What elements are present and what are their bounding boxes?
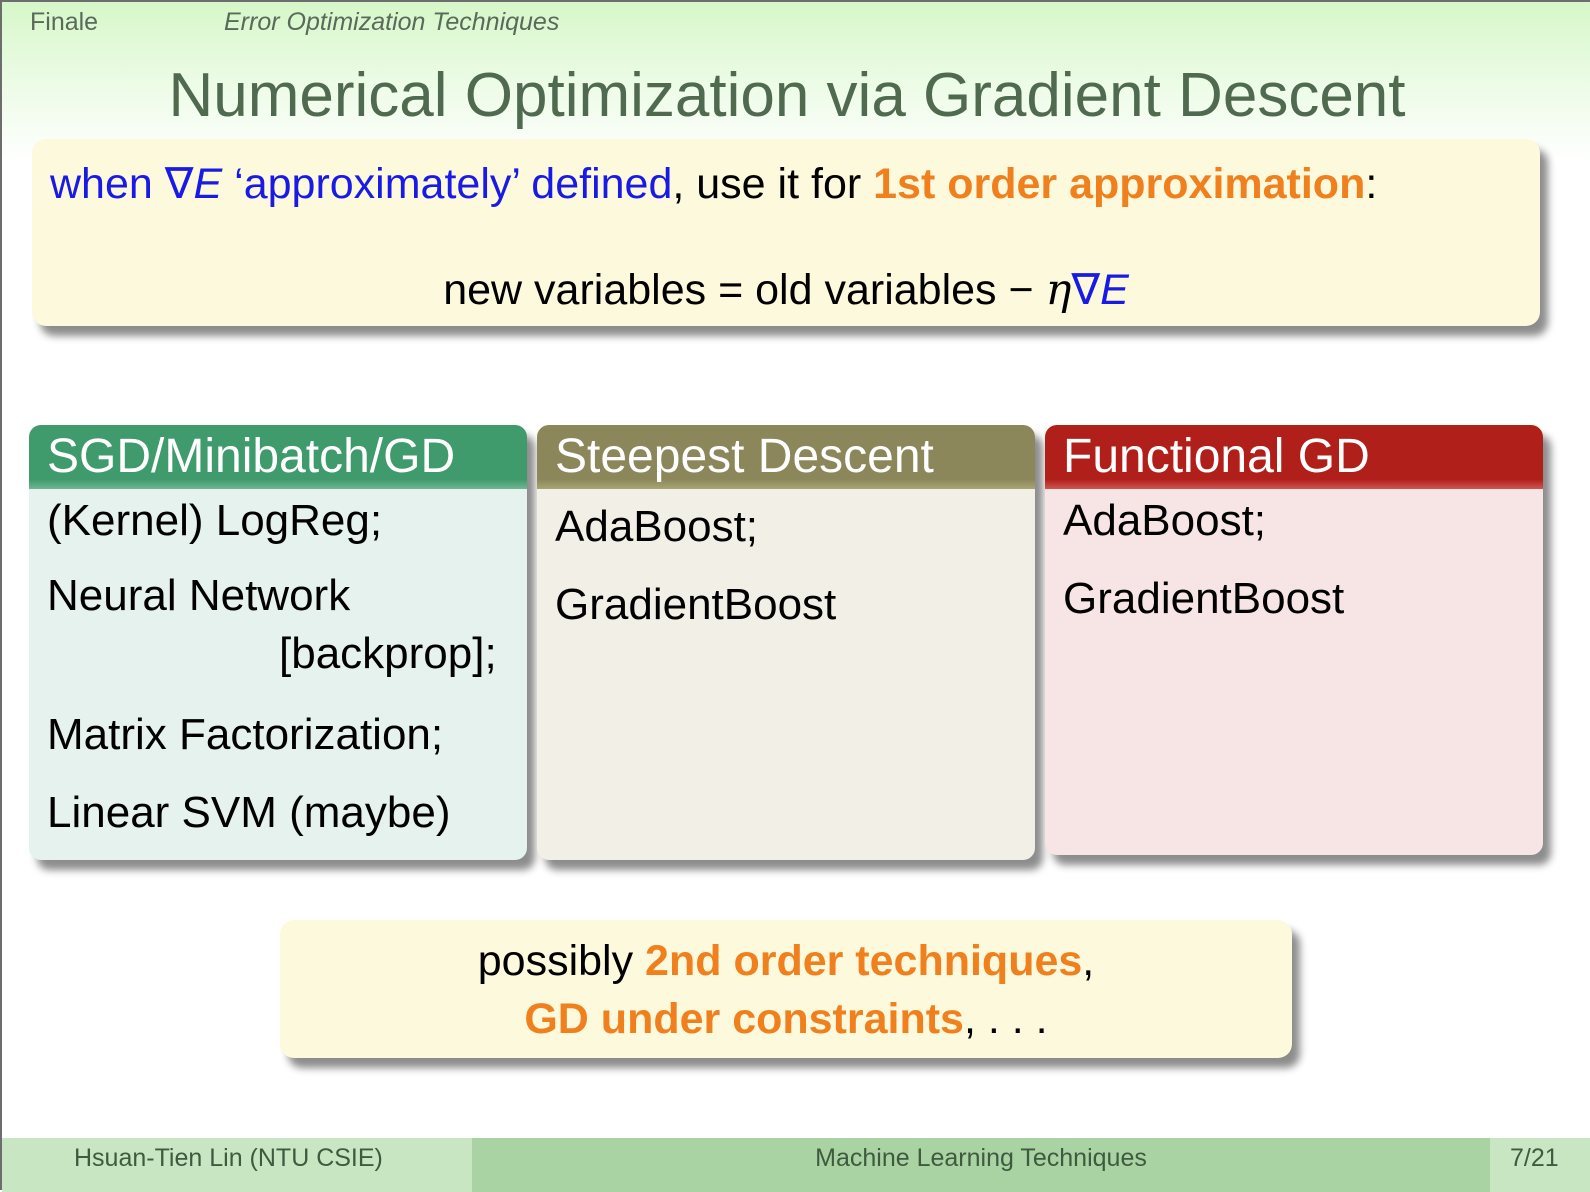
gd-constraints-text: GD under constraints <box>524 995 964 1043</box>
footer-page-cell: 7/21 <box>1490 1138 1590 1192</box>
card-sgd-heading: SGD/Minibatch/GD <box>29 425 527 489</box>
extensions-line-1: possibly 2nd order techniques, <box>280 932 1292 990</box>
card-functional-heading: Functional GD <box>1045 425 1543 489</box>
extensions-text: possibly 2nd order techniques, GD under … <box>280 932 1292 1048</box>
extensions-line-2: GD under constraints, . . . <box>280 990 1292 1048</box>
list-item-line: Neural Network <box>47 571 351 620</box>
slide-title: Numerical Optimization via Gradient Desc… <box>168 61 1406 130</box>
header-subsection: Error Optimization Techniques <box>224 8 560 36</box>
list-item: Neural Network [backprop]; <box>47 567 527 703</box>
formula-nabla: ∇ <box>1071 266 1101 314</box>
footer-author-cell: Hsuan-Tien Lin (NTU CSIE) <box>2 1138 472 1192</box>
possibly-text: possibly <box>477 937 646 985</box>
definition-line: when ∇E ‘approximately’ defined, use it … <box>50 159 1377 209</box>
when-text: when <box>50 160 153 208</box>
list-item: Linear SVM (maybe) <box>47 788 451 837</box>
formula-error: E <box>1100 266 1129 314</box>
card-functional-body: AdaBoost; GradientBoost <box>1045 489 1543 645</box>
list-item: GradientBoost <box>1063 574 1345 623</box>
list-item-line: [backprop]; <box>279 629 497 678</box>
first-order-text: 1st order approximation <box>873 160 1366 208</box>
card-functional-gd: Functional GD AdaBoost; GradientBoost <box>1045 425 1543 855</box>
card-sgd: SGD/Minibatch/GD (Kernel) LogReg; Neural… <box>29 425 527 860</box>
colon-text: : <box>1365 160 1378 208</box>
list-item: GradientBoost <box>555 580 837 629</box>
slide: Finale Error Optimization Techniques Num… <box>0 0 1590 1192</box>
use-it-for-text: , use it for <box>672 160 874 208</box>
footer-course: Machine Learning Techniques <box>472 1138 1490 1192</box>
card-steepest-body: AdaBoost; GradientBoost <box>537 489 1035 651</box>
card-steepest-descent: Steepest Descent AdaBoost; GradientBoost <box>537 425 1035 860</box>
footer-author: Hsuan-Tien Lin (NTU CSIE) <box>74 1144 383 1172</box>
definition-box: when ∇E ‘approximately’ defined, use it … <box>32 139 1540 326</box>
list-item: AdaBoost; <box>1063 496 1267 545</box>
list-item: Matrix Factorization; <box>47 710 444 759</box>
eta-symbol: η <box>1045 265 1072 315</box>
second-order-text: 2nd order techniques <box>645 937 1083 985</box>
extensions-box: possibly 2nd order techniques, GD under … <box>280 920 1292 1058</box>
footer: Hsuan-Tien Lin (NTU CSIE) Machine Learni… <box>2 1138 1590 1192</box>
error-symbol: E <box>193 160 223 208</box>
comma-text: , <box>1082 937 1095 985</box>
card-steepest-heading: Steepest Descent <box>537 425 1035 489</box>
update-formula: new variables = old variables − η∇E <box>32 265 1540 315</box>
card-sgd-body: (Kernel) LogReg; Neural Network [backpro… <box>29 489 527 859</box>
list-item: (Kernel) LogReg; <box>47 496 383 545</box>
page-number: 7/21 <box>1510 1144 1559 1172</box>
formula-left: new variables = old variables − <box>443 266 1046 314</box>
nabla-symbol: ∇ <box>164 160 194 208</box>
ellipsis-text: , . . . <box>963 995 1048 1043</box>
list-item: AdaBoost; <box>555 502 759 551</box>
header-section: Finale <box>30 8 99 36</box>
approx-defined-text: ‘approximately’ defined <box>234 160 673 208</box>
